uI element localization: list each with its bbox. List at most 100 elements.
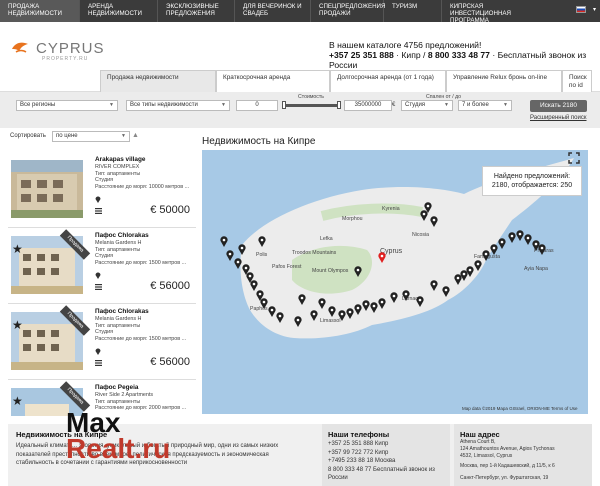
map-pin-icon[interactable] <box>95 196 101 203</box>
listing-distance: Расстояние до моря: 1500 метров ... <box>95 259 187 266</box>
phone-russia[interactable]: 8 800 333 48 77 <box>428 50 490 60</box>
search-button[interactable]: Искать 2180 <box>530 100 587 112</box>
price-slider-min-handle[interactable] <box>282 101 286 109</box>
rooms-to-select[interactable]: 7 и более ▼ <box>458 100 512 111</box>
listing-card[interactable]: ★ Продажа Пафос Chlorakas Melania Garden… <box>8 304 196 380</box>
tab-long-rent[interactable]: Долгосрочная аренда (от 1 года) <box>330 70 446 92</box>
map-marker[interactable] <box>310 310 318 321</box>
footer-phone-4[interactable]: 8 800 333 48 77 Бесплатный звонок из Рос… <box>328 466 446 483</box>
map-marker[interactable] <box>516 230 524 241</box>
map-marker[interactable] <box>370 302 378 313</box>
map-label-nicosia: Nicosia <box>412 232 430 238</box>
footer-address-5: Санкт-Петербург, ул. Фурштатская, 19 <box>460 475 549 481</box>
listing-card[interactable]: Arakapas village RIVER COMPLEX Тип: апар… <box>8 152 196 228</box>
compare-icon[interactable] <box>95 208 102 214</box>
map-marker[interactable] <box>524 234 532 245</box>
tab-search-id[interactable]: Поиск по id <box>562 70 592 92</box>
tab-relux[interactable]: Управление Relux бронь on-line <box>446 70 562 92</box>
price-max-input[interactable]: 35000000 <box>344 100 392 111</box>
site-logo[interactable]: CYPRUS PROPERTY.RU <box>10 38 105 62</box>
map-marker[interactable] <box>402 290 410 301</box>
map-marker[interactable] <box>442 286 450 297</box>
chevron-down-icon[interactable]: ▾ <box>593 6 596 13</box>
nav-item-investment[interactable]: Кипрская Инвестиционная Программа <box>442 0 524 24</box>
listing-card[interactable]: ★ Продажа Пафос Chlorakas Melania Garden… <box>8 228 196 304</box>
price-min-input[interactable]: 0 <box>236 100 278 111</box>
listing-title[interactable]: Пафос Pegeia <box>95 384 138 391</box>
nav-item-sale[interactable]: Продажа недвижимости <box>0 0 80 22</box>
map-marker[interactable] <box>220 236 228 247</box>
tab-sale[interactable]: Продажа недвижимости <box>100 70 216 92</box>
nav-item-special[interactable]: Спецпредложения продажи <box>311 0 385 22</box>
footer-phone-1[interactable]: +357 25 351 888 Кипр <box>328 440 388 449</box>
listing-distance: Расстояние до моря: 1500 метров ... <box>95 335 187 342</box>
logo-text: CYPRUS <box>36 39 105 57</box>
map-marker[interactable] <box>498 238 506 249</box>
map-marker[interactable] <box>346 308 354 319</box>
logo-subtext: PROPERTY.RU <box>42 56 89 62</box>
map-marker[interactable] <box>294 316 302 327</box>
map-marker[interactable] <box>390 292 398 303</box>
compare-icon[interactable] <box>95 360 102 366</box>
map-marker[interactable] <box>354 304 362 315</box>
map-attribution[interactable]: Map data ©2019 Mapa GISrael, ORION-ME Te… <box>462 406 578 411</box>
map-marker[interactable] <box>430 280 438 291</box>
map-marker[interactable] <box>416 296 424 307</box>
sort-direction-icon[interactable]: ▲ <box>132 132 139 139</box>
map-label-ayia-napa: Ayia Napa <box>524 266 548 272</box>
map-marker[interactable] <box>466 266 474 277</box>
map-marker[interactable] <box>354 266 362 277</box>
footer-phone-3[interactable]: +7495 233 88 18 Москва <box>328 457 395 466</box>
orange-logo-icon <box>12 42 28 53</box>
nav-item-parties[interactable]: Для вечеринок и свадеб <box>235 0 311 22</box>
map-marker[interactable] <box>508 232 516 243</box>
listing-title[interactable]: Arakapas village <box>95 156 145 163</box>
fullscreen-icon[interactable] <box>568 152 580 164</box>
nav-item-exclusive[interactable]: Эксклюзивные предложения <box>158 0 235 22</box>
advanced-search-link[interactable]: Расширенный поиск <box>530 115 587 121</box>
map-marker[interactable] <box>482 250 490 261</box>
map-marker[interactable] <box>238 244 246 255</box>
map-marker[interactable] <box>430 216 438 227</box>
map-marker[interactable] <box>338 310 346 321</box>
map-marker[interactable] <box>276 312 284 323</box>
type-select[interactable]: Все типы недвижимости ▼ <box>126 100 230 111</box>
map-marker[interactable] <box>234 258 242 269</box>
search-tabs: Продажа недвижимости Краткосрочная аренд… <box>0 70 600 92</box>
nav-item-tourism[interactable]: Туризм <box>384 0 442 22</box>
listing-title[interactable]: Пафос Chlorakas <box>95 232 149 239</box>
map-marker[interactable] <box>424 202 432 213</box>
map-marker[interactable] <box>268 306 276 317</box>
map-marker[interactable] <box>474 260 482 271</box>
map-marker-selected[interactable] <box>378 252 386 263</box>
map-marker[interactable] <box>538 244 546 255</box>
price-slider[interactable] <box>282 104 340 107</box>
map-marker[interactable] <box>226 250 234 261</box>
rooms-from-select[interactable]: Студия ▼ <box>401 100 453 111</box>
featured-star-icon: ★ <box>12 242 23 256</box>
tab-short-rent[interactable]: Краткосрочная аренда <box>216 70 330 92</box>
watermark: Max Realt.ru <box>66 409 170 463</box>
map-marker[interactable] <box>260 298 268 309</box>
property-photo[interactable] <box>11 160 83 218</box>
map-marker[interactable] <box>258 236 266 247</box>
sort-select[interactable]: по цене ▼ <box>52 131 130 142</box>
price-slider-max-handle[interactable] <box>337 101 341 109</box>
listing-title[interactable]: Пафос Chlorakas <box>95 308 149 315</box>
map-marker[interactable] <box>490 244 498 255</box>
currency-label: € <box>392 102 396 108</box>
map-marker[interactable] <box>378 298 386 309</box>
listing-price: € 56000 <box>150 280 190 292</box>
map-marker[interactable] <box>318 298 326 309</box>
phone-cyprus[interactable]: +357 25 351 888 <box>329 50 394 60</box>
map-pin-icon[interactable] <box>95 348 101 355</box>
map-marker[interactable] <box>328 306 336 317</box>
russian-flag-icon[interactable] <box>576 6 586 13</box>
nav-item-rent[interactable]: Аренда недвижимости <box>80 0 158 22</box>
region-select[interactable]: Все регионы ▼ <box>16 100 118 111</box>
compare-icon[interactable] <box>95 284 102 290</box>
map-marker[interactable] <box>362 300 370 311</box>
map-pin-icon[interactable] <box>95 272 101 279</box>
map-marker[interactable] <box>298 294 306 305</box>
footer-phone-2[interactable]: +357 99 722 772 Кипр <box>328 449 388 458</box>
